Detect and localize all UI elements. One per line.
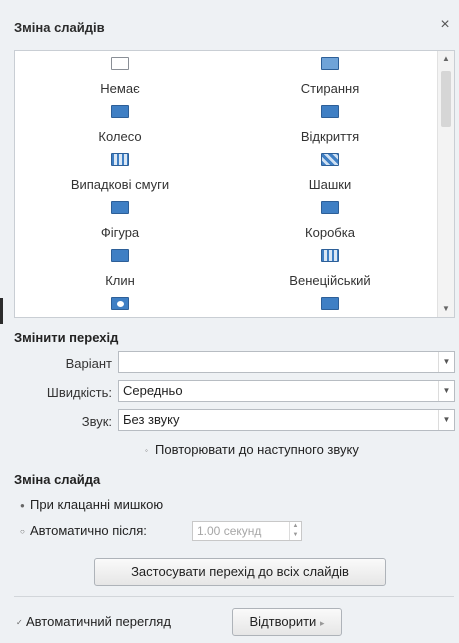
transition-item[interactable]: Клин — [15, 245, 225, 293]
transition-item[interactable]: Колесо — [15, 101, 225, 149]
sound-value: Без звуку — [123, 412, 180, 427]
transition-label: Немає — [100, 81, 140, 96]
on-mouse-click-radio[interactable]: ● При клацанні мишкою — [20, 497, 163, 512]
modify-transition-heading: Змінити перехід — [14, 330, 119, 345]
close-button[interactable]: × — [436, 16, 454, 34]
checkerboard-icon — [321, 153, 339, 166]
automatic-preview-checkbox[interactable]: ✓ Автоматичний перегляд — [16, 614, 171, 629]
auto-after-radio[interactable]: ○ Автоматично після: — [20, 523, 147, 538]
speed-dropdown[interactable]: Середньо ▼ — [118, 380, 455, 402]
play-label: Відтворити — [249, 614, 317, 629]
box-icon — [321, 201, 339, 214]
uncover-icon — [321, 105, 339, 118]
transition-label: Коробка — [305, 225, 355, 240]
transition-label: Випадкові смуги — [70, 177, 170, 192]
speed-value: Середньо — [123, 383, 183, 398]
transition-label: Колесо — [98, 129, 142, 144]
venetian-icon — [321, 249, 339, 262]
panel-title-bar: Зміна слайдів × — [14, 16, 454, 42]
wedge-icon — [111, 249, 129, 262]
spin-arrows-icon[interactable]: ▲ ▼ — [289, 522, 301, 540]
panel-title: Зміна слайдів — [14, 20, 105, 35]
transition-item[interactable]: Випадкові смуги — [15, 149, 225, 197]
checkbox-icon: ◦ — [145, 446, 148, 456]
slide-transition-panel: Зміна слайдів × Немає Стирання Колесо Відкр… — [0, 0, 459, 643]
variant-dropdown[interactable]: ▼ — [118, 351, 455, 373]
dropdown-arrow-icon: ▸ — [319, 618, 325, 628]
transitions-list[interactable]: Немає Стирання Колесо Відкриття Випадкові см… — [14, 50, 455, 318]
apply-to-all-slides-button[interactable]: Застосувати перехід до всіх слайдів — [94, 558, 386, 586]
scrollbar-thumb[interactable] — [441, 71, 451, 127]
auto-after-value: 1.00 секунд — [197, 524, 262, 538]
transition-label: Стирання — [300, 81, 360, 96]
chevron-down-icon: ▼ — [438, 410, 454, 430]
transitions-scrollbar[interactable]: ▲ ▼ — [437, 51, 454, 317]
transition-label: Шашки — [308, 177, 352, 192]
radio-unselected-icon: ○ — [20, 527, 25, 537]
loop-label: Повторювати до наступного звуку — [155, 442, 359, 457]
transition-item[interactable]: Коробка — [225, 197, 435, 245]
footer-divider — [14, 596, 454, 597]
transition-label: Фігура — [100, 225, 140, 240]
on-click-label: При клацанні мишкою — [30, 497, 164, 512]
sound-label: Звук: — [81, 414, 112, 429]
chevron-down-icon: ▼ — [438, 381, 454, 401]
transition-item[interactable]: Венеційський — [225, 245, 435, 293]
transition-label: Венеційський — [289, 273, 371, 288]
transition-item[interactable]: Відкриття — [225, 101, 435, 149]
variant-label: Варіант — [65, 356, 112, 371]
play-button[interactable]: Відтворити ▸ — [232, 608, 342, 636]
oval-icon — [111, 297, 129, 310]
advance-slide-heading: Зміна слайда — [14, 472, 101, 487]
transition-label: Клин — [105, 273, 135, 288]
transition-item[interactable] — [15, 293, 225, 317]
radio-selected-icon: ● — [20, 501, 25, 511]
transition-item[interactable]: Немає — [15, 53, 225, 101]
blue-block-icon — [321, 297, 339, 310]
scroll-up-arrow-icon[interactable]: ▲ — [438, 51, 454, 67]
transition-item[interactable]: Шашки — [225, 149, 435, 197]
wipe-icon — [321, 57, 339, 70]
transition-item[interactable]: Фігура — [15, 197, 225, 245]
transition-item[interactable] — [225, 293, 435, 317]
speed-label: Швидкість: — [46, 385, 112, 400]
left-edge-marker — [0, 298, 3, 324]
transition-item[interactable]: Стирання — [225, 53, 435, 101]
sound-dropdown[interactable]: Без звуку ▼ — [118, 409, 455, 431]
automatic-preview-label: Автоматичний перегляд — [26, 614, 171, 629]
wheel-icon — [111, 105, 129, 118]
auto-after-label: Автоматично після: — [30, 523, 147, 538]
empty-slide-icon — [111, 57, 129, 70]
checkbox-checked-icon: ✓ — [16, 618, 23, 628]
loop-until-next-sound-checkbox[interactable]: ◦ Повторювати до наступного звуку — [145, 442, 359, 457]
random-bars-icon — [111, 153, 129, 166]
transition-label: Відкриття — [300, 129, 360, 144]
auto-after-spinbox[interactable]: 1.00 секунд ▲ ▼ — [192, 521, 302, 541]
chevron-down-icon: ▼ — [438, 352, 454, 372]
scroll-down-arrow-icon[interactable]: ▼ — [438, 301, 454, 317]
shape-icon — [111, 201, 129, 214]
